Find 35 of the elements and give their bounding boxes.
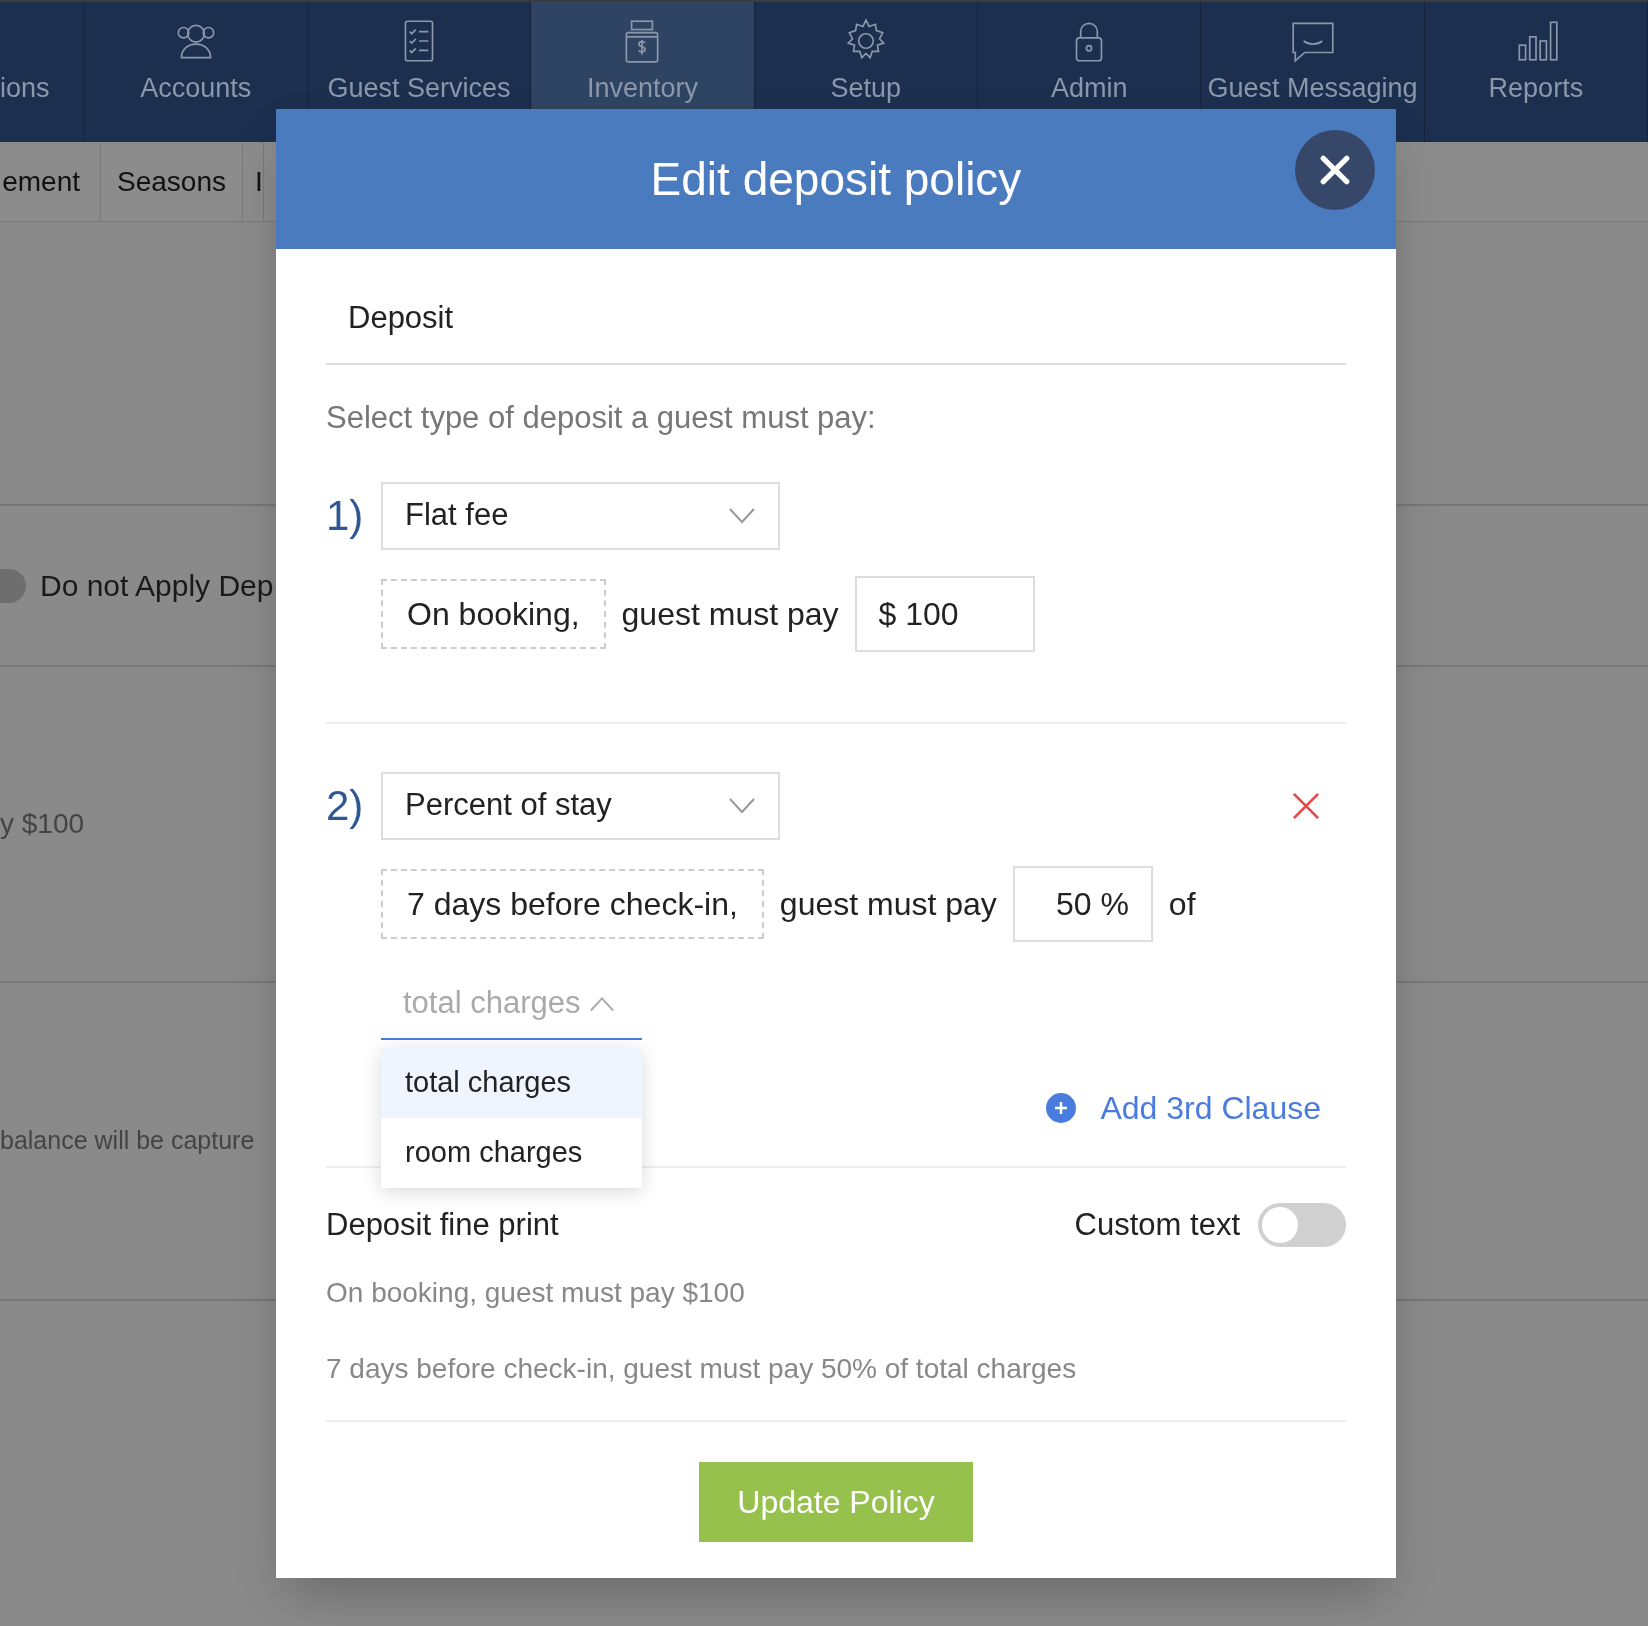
chevron-down-icon [728, 797, 756, 814]
dropdown-option[interactable]: room charges [381, 1117, 642, 1188]
fine-print-text: 7 days before check-in, guest must pay 50% of total charges [326, 1352, 1078, 1386]
amount-input[interactable]: $ 100 [854, 575, 1035, 652]
deposit-type-select[interactable]: Flat fee [381, 481, 780, 550]
plus-icon [1046, 1092, 1077, 1123]
section-tab[interactable]: Deposit [348, 294, 454, 341]
clause-label: guest must pay [621, 594, 839, 634]
clause-number: 1) [326, 491, 365, 541]
sub-tab[interactable]: Seasons [101, 142, 243, 221]
sub-tab[interactable]: ement [0, 142, 101, 221]
deposit-type-select[interactable]: Percent of stay [381, 771, 780, 840]
close-icon [1319, 154, 1351, 186]
timing-select[interactable]: On booking, [381, 578, 606, 649]
amount-input[interactable]: 50 % [1012, 865, 1153, 942]
prompt-text: Select type of deposit a guest must pay: [326, 399, 877, 437]
policy-summary-text: y $100 [0, 807, 85, 841]
policy-summary-text: balance will be capture [0, 1125, 255, 1157]
clause-label: of [1168, 884, 1196, 924]
modal-title: Edit deposit policy [650, 151, 1022, 207]
sub-tab[interactable]: I [242, 142, 264, 221]
timing-select[interactable]: 7 days before check-in, [381, 868, 764, 939]
chevron-down-icon [728, 507, 756, 524]
custom-text-toggle[interactable] [1258, 1202, 1346, 1247]
clause-number: 2) [326, 781, 365, 831]
toggle-switch[interactable] [0, 568, 26, 603]
custom-text-label: Custom text [1074, 1205, 1240, 1244]
chevron-up-icon [588, 995, 615, 1012]
close-icon[interactable] [1292, 791, 1320, 820]
dropdown-option[interactable]: total charges [381, 1047, 642, 1118]
fine-print-title: Deposit fine print [326, 1205, 559, 1244]
fine-print-text: On booking, guest must pay $100 [326, 1276, 746, 1310]
toggle-label: Do not Apply Dep [40, 568, 274, 604]
clause-label: guest must pay [779, 884, 997, 924]
add-clause-button[interactable]: Add 3rd Clause [1046, 1083, 1321, 1132]
